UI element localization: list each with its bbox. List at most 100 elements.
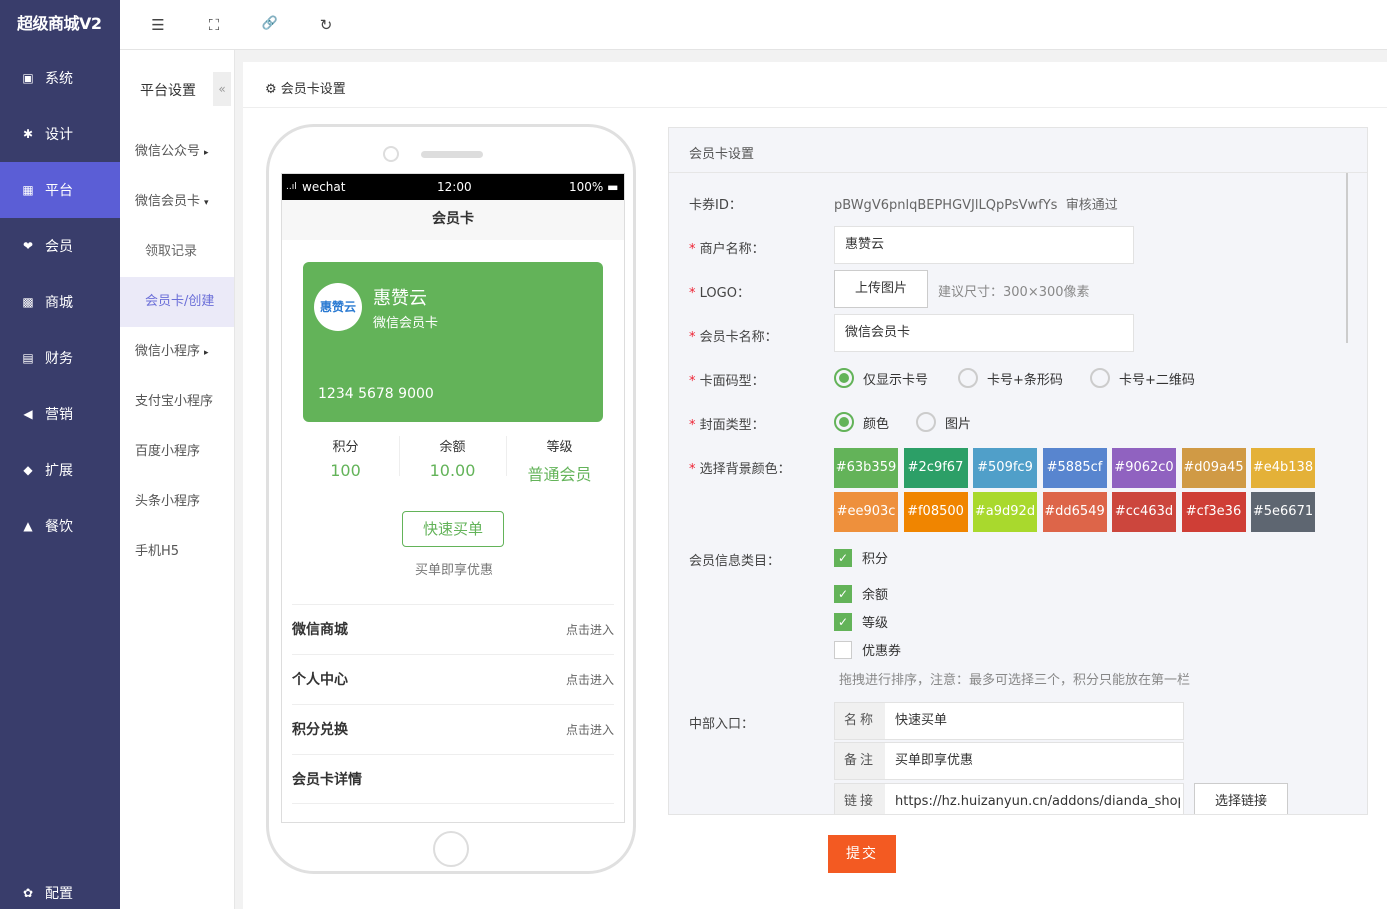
- heart-icon: ❤: [22, 239, 34, 253]
- checkbox-box[interactable]: ✓: [834, 548, 852, 567]
- radio-label: 颜色: [863, 416, 890, 432]
- upload-image-button[interactable]: 上传图片: [834, 270, 928, 308]
- menu-toggle-icon[interactable]: ☰: [148, 16, 168, 36]
- radio-circle[interactable]: [1090, 368, 1110, 388]
- input-value[interactable]: 快速买单: [895, 703, 1180, 739]
- nav-item-monitor[interactable]: ▣ 系统: [0, 50, 120, 106]
- list-item[interactable]: 微信商城 点击进入: [292, 604, 614, 654]
- radio-label: 卡号+条形码: [987, 372, 1063, 388]
- checkbox-level[interactable]: ✓ 等级: [834, 612, 888, 631]
- subnav-item[interactable]: 领取记录: [120, 227, 234, 277]
- subnav-item[interactable]: 微信会员卡 ▾: [120, 177, 234, 227]
- cake-icon: ▲: [23, 519, 33, 533]
- subnav-item[interactable]: 微信小程序 ▸: [120, 327, 234, 377]
- color-swatch[interactable]: #cf3e36: [1181, 492, 1246, 532]
- quick-pay-button[interactable]: 快速买单: [402, 511, 504, 547]
- color-swatch[interactable]: #509fc9: [973, 448, 1037, 488]
- cover-type-label: * 封面类型：: [689, 418, 765, 433]
- submit-button[interactable]: 提交: [828, 835, 896, 873]
- color-swatch[interactable]: #dd6549: [1042, 492, 1107, 532]
- speaker-icon: [421, 151, 483, 158]
- radio-circle[interactable]: [958, 368, 978, 388]
- nav-item-puzzle[interactable]: ✱ 设计: [0, 106, 120, 162]
- input-addon: 名称: [835, 703, 885, 739]
- radio-code-only[interactable]: 仅显示卡号: [834, 368, 928, 388]
- nav-item-cake[interactable]: ▲ 餐饮: [0, 498, 120, 554]
- radio-code-qrcode[interactable]: 卡号+二维码: [1090, 368, 1195, 388]
- subnav-item[interactable]: 头条小程序: [120, 477, 234, 527]
- subnav-item-label: 百度小程序: [135, 444, 201, 459]
- subnav-item[interactable]: 支付宝小程序: [120, 377, 234, 427]
- entry-note-input[interactable]: 备注 买单即享优惠: [834, 742, 1184, 780]
- nav-item-megaphone[interactable]: ◀ 营销: [0, 386, 120, 442]
- row-action[interactable]: 点击进入: [566, 705, 614, 755]
- row-label: 微信商城: [292, 622, 348, 638]
- color-swatch[interactable]: #63b359: [834, 448, 898, 488]
- status-badge: 审核通过: [1065, 198, 1118, 213]
- subnav-item[interactable]: 微信公众号 ▸: [120, 127, 234, 177]
- nav-item-cube[interactable]: ◆ 扩展: [0, 442, 120, 498]
- color-swatch[interactable]: #5885cf: [1042, 448, 1107, 488]
- input-value[interactable]: 买单即享优惠: [895, 743, 1180, 779]
- entry-name-input[interactable]: 名称 快速买单: [834, 702, 1184, 740]
- nav-item-heart[interactable]: ❤ 会员: [0, 218, 120, 274]
- fullscreen-icon[interactable]: ⛶: [204, 16, 224, 36]
- nav-item-label: 设计: [45, 127, 73, 143]
- checkbox-balance[interactable]: ✓ 余额: [834, 584, 888, 603]
- color-swatch[interactable]: #5e6671: [1251, 492, 1315, 532]
- color-swatch[interactable]: #2c9f67: [903, 448, 968, 488]
- merchant-name-input[interactable]: 惠赞云: [834, 226, 1134, 264]
- checkbox-box[interactable]: ✓: [834, 612, 852, 631]
- refresh-icon[interactable]: ↻: [316, 16, 336, 36]
- radio-circle[interactable]: [834, 412, 854, 432]
- label-text: 会员卡名称：: [699, 330, 778, 345]
- select-link-button[interactable]: 选择链接: [1194, 783, 1288, 814]
- color-swatch[interactable]: #e4b138: [1251, 448, 1315, 488]
- subnav-item[interactable]: 手机H5: [120, 527, 234, 577]
- card-id-label: 卡券ID：: [689, 198, 742, 213]
- checkbox-box[interactable]: [834, 640, 852, 659]
- card-id-text: pBWgV6pnlqBEPHGVJlLQpPsVwfYs: [834, 198, 1058, 213]
- phone-preview: ..ıl wechat 12:00 100% ▬ 会员卡 惠赞云 惠赞云 微信会…: [266, 124, 636, 874]
- color-swatch[interactable]: #d09a45: [1181, 448, 1246, 488]
- nav-item-config[interactable]: ✿ 配置: [0, 865, 120, 909]
- checkbox-coupon[interactable]: 优惠券: [834, 640, 901, 659]
- radio-cover-color[interactable]: 颜色: [834, 412, 889, 432]
- subnav-item[interactable]: 会员卡/创建: [120, 277, 234, 327]
- checkbox-label: 等级: [862, 616, 889, 631]
- subnav-item[interactable]: 百度小程序: [120, 427, 234, 477]
- center-entry-label: 中部入口：: [689, 717, 755, 732]
- card-name-input[interactable]: 微信会员卡: [834, 314, 1134, 352]
- nav-item-calculator[interactable]: ▤ 财务: [0, 330, 120, 386]
- monitor-icon: ▣: [22, 71, 34, 85]
- nav-item-shop[interactable]: ▩ 商城: [0, 274, 120, 330]
- checkbox-box[interactable]: ✓: [834, 584, 852, 603]
- radio-circle[interactable]: [834, 368, 854, 388]
- color-swatch[interactable]: #a9d92d: [973, 492, 1037, 532]
- sidebar: 超级商城V2 ▣ 系统 ✱ 设计 ▦ 平台 ❤ 会员 ▩ 商城 ▤ 财务 ◀ 营销 ◆ 扩展 ▲ 餐饮 ✿ 配置: [0, 0, 120, 909]
- checkbox-points[interactable]: ✓ 积分: [834, 548, 888, 567]
- input-value[interactable]: https://hz.huizanyun.cn/addons/dianda_sh…: [895, 784, 1180, 814]
- calculator-icon: ▤: [22, 351, 34, 365]
- scrollbar[interactable]: [1346, 173, 1348, 343]
- collapse-icon[interactable]: «: [213, 72, 231, 106]
- list-item[interactable]: 积分兑换 点击进入: [292, 704, 614, 754]
- row-action[interactable]: 点击进入: [566, 655, 614, 705]
- radio-code-barcode[interactable]: 卡号+条形码: [958, 368, 1063, 388]
- color-swatch[interactable]: #cc463d: [1112, 492, 1176, 532]
- row-action[interactable]: 点击进入: [566, 605, 614, 655]
- color-swatch[interactable]: #f08500: [903, 492, 968, 532]
- color-swatch[interactable]: #ee903c: [834, 492, 898, 532]
- entry-link-input[interactable]: 链接 https://hz.huizanyun.cn/addons/dianda…: [834, 783, 1184, 814]
- nav-item-label: 营销: [45, 407, 73, 423]
- list-item[interactable]: 个人中心 点击进入: [292, 654, 614, 704]
- list-item[interactable]: 会员卡详情: [292, 754, 614, 804]
- battery-text: 100% ▬: [569, 180, 619, 194]
- color-swatch[interactable]: #9062c0: [1112, 448, 1176, 488]
- radio-label: 卡号+二维码: [1119, 372, 1195, 388]
- nav-item-grid[interactable]: ▦ 平台: [0, 162, 120, 218]
- link-icon[interactable]: 🔗: [260, 16, 280, 36]
- radio-cover-image[interactable]: 图片: [916, 412, 971, 432]
- card-id-value: pBWgV6pnlqBEPHGVJlLQpPsVwfYs 审核通过: [834, 194, 1118, 213]
- radio-circle[interactable]: [916, 412, 936, 432]
